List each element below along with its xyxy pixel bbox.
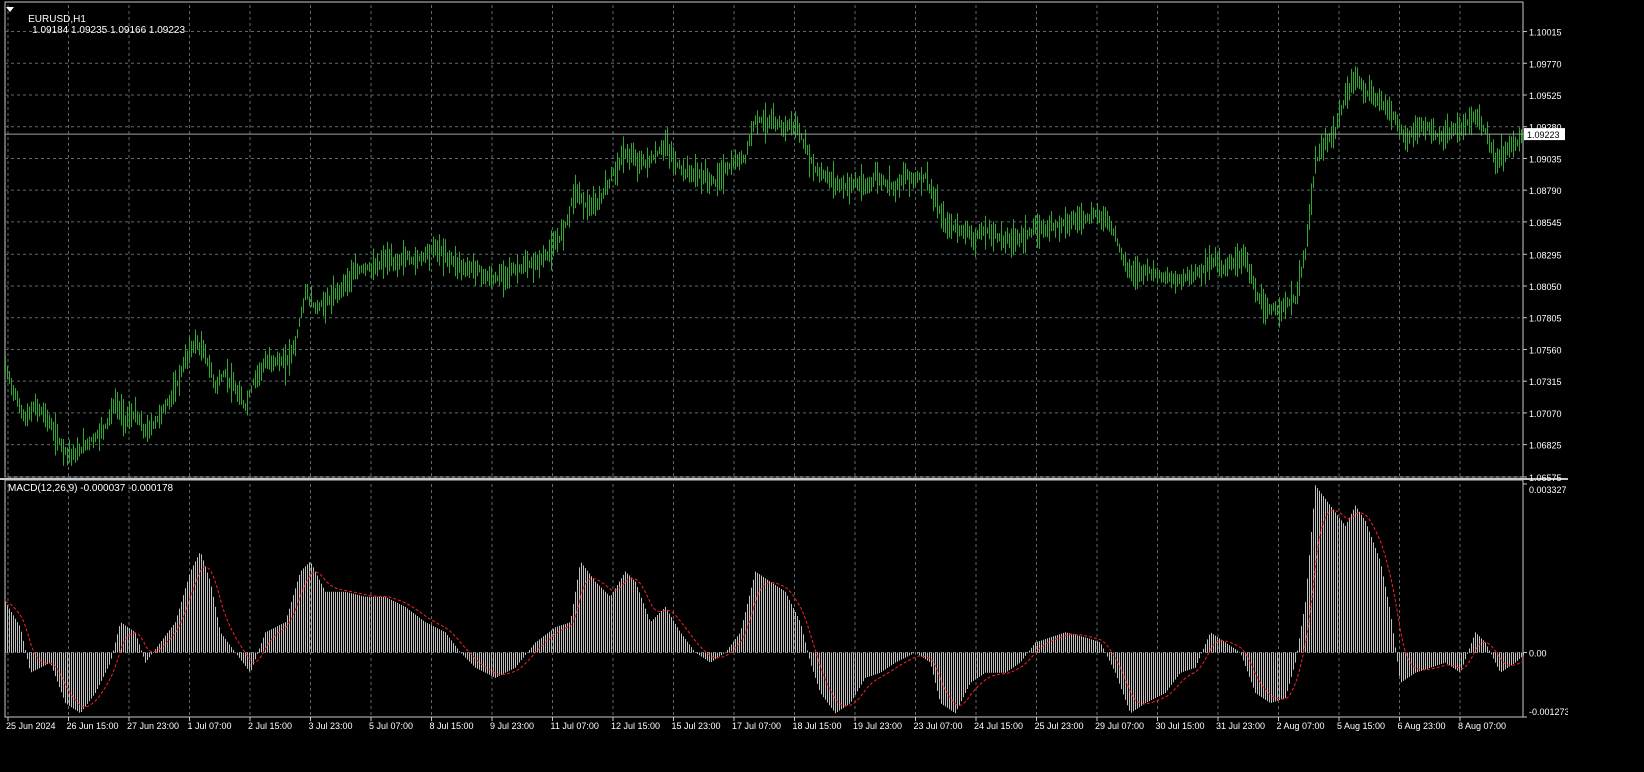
time-axis-label: 24 Jul 15:00 <box>974 721 1023 731</box>
price-tick-label: 1.10015 <box>1529 28 1562 38</box>
price-tick-label: 1.09770 <box>1529 59 1562 69</box>
chart-header: EURUSD,H1 1.09184 1.09235 1.09166 1.0922… <box>17 3 185 47</box>
price-tick-label: 1.07315 <box>1529 377 1562 387</box>
time-axis-label: 11 Jul 07:00 <box>551 721 599 731</box>
macd-header: MACD(12,26,9) -0.000037 -0.000178 <box>8 483 174 494</box>
time-axis-label: 18 Jul 15:00 <box>793 721 842 731</box>
chart-menu-triangle-icon[interactable] <box>6 7 14 12</box>
time-axis-label: 25 Jun 2024 <box>6 721 56 731</box>
macd-tick-label: -0.001273 <box>1529 707 1568 717</box>
time-axis-label: 2 Jul 15:00 <box>248 721 292 731</box>
price-tick-label: 1.08295 <box>1529 250 1562 260</box>
current-price-label: 1.09223 <box>1527 130 1560 140</box>
time-axis-label: 29 Jul 07:00 <box>1095 721 1144 731</box>
macd-tick-label: 0.00 <box>1529 649 1547 659</box>
price-tick-label: 1.08050 <box>1529 282 1562 292</box>
symbol-label: EURUSD,H1 <box>28 14 86 25</box>
time-axis-label: 2 Aug 07:00 <box>1277 721 1325 731</box>
time-axis-label: 8 Aug 07:00 <box>1458 721 1506 731</box>
price-tick-label: 1.09035 <box>1529 154 1562 164</box>
price-tick-label: 1.07070 <box>1529 409 1562 419</box>
time-axis-label: 17 Jul 07:00 <box>732 721 781 731</box>
time-axis-label: 26 Jun 15:00 <box>67 721 119 731</box>
time-axis-label: 23 Jul 07:00 <box>914 721 963 731</box>
time-axis-label: 6 Aug 23:00 <box>1398 721 1446 731</box>
ohlc-values: 1.09184 1.09235 1.09166 1.09223 <box>32 25 186 36</box>
price-tick-label: 1.06825 <box>1529 441 1562 451</box>
time-axis-label: 15 Jul 23:00 <box>672 721 721 731</box>
price-tick-label: 1.09525 <box>1529 91 1562 101</box>
price-tick-label: 1.08790 <box>1529 186 1562 196</box>
price-panel-frame <box>4 1 1524 478</box>
macd-tick-label: 0.003327 <box>1529 485 1567 495</box>
time-axis-label: 31 Jul 23:00 <box>1216 721 1265 731</box>
price-tick-label: 1.06575 <box>1529 473 1562 483</box>
time-axis-label: 19 Jul 23:00 <box>853 721 902 731</box>
time-axis-label: 8 Jul 15:00 <box>430 721 474 731</box>
time-axis-label: 3 Jul 23:00 <box>309 721 353 731</box>
time-axis-label: 12 Jul 15:00 <box>611 721 660 731</box>
time-axis-label: 5 Jul 07:00 <box>369 721 413 731</box>
time-axis-label: 5 Aug 15:00 <box>1337 721 1385 731</box>
time-axis-label: 25 Jul 23:00 <box>1035 721 1084 731</box>
time-axis-label: 27 Jun 23:00 <box>127 721 179 731</box>
time-axis-label: 9 Jul 23:00 <box>490 721 534 731</box>
price-tick-label: 1.08545 <box>1529 218 1562 228</box>
chart-canvas[interactable]: 1.100151.097701.095251.092801.090351.087… <box>0 0 1568 738</box>
price-tick-label: 1.07805 <box>1529 314 1562 324</box>
price-tick-label: 1.07560 <box>1529 345 1562 355</box>
time-axis-label: 1 Jul 07:00 <box>188 721 232 731</box>
chart-window[interactable]: 1.10015 1.09770 1.09525 1.09280 1.09035 1.087… <box>0 0 1568 738</box>
time-axis-label: 30 Jul 15:00 <box>1156 721 1205 731</box>
